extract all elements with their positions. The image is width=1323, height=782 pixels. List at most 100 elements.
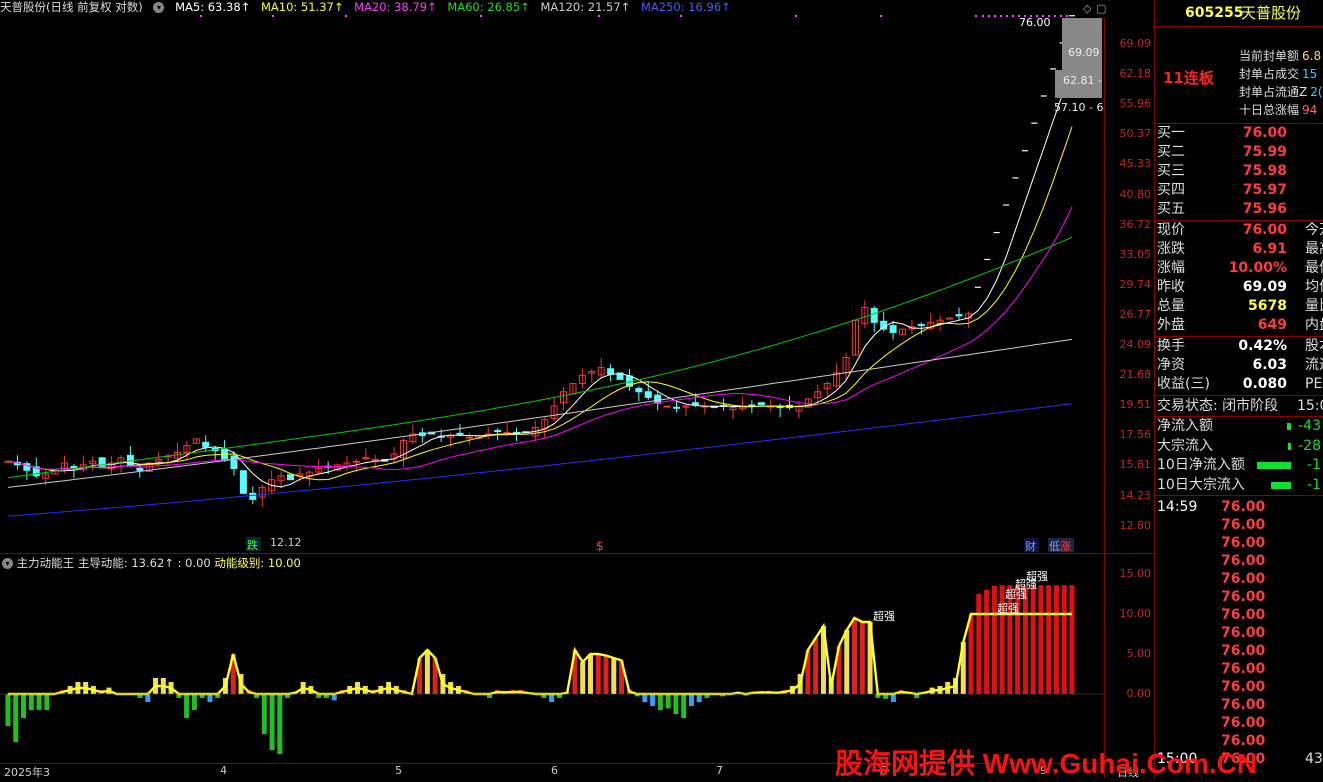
candle bbox=[456, 423, 464, 437]
seal-label: 封单占流通Z bbox=[1239, 85, 1308, 99]
candle bbox=[70, 464, 78, 479]
indicator-bar bbox=[1053, 585, 1059, 694]
limit-dot bbox=[880, 15, 882, 17]
candle bbox=[625, 368, 633, 392]
seal-value: 15 bbox=[1302, 67, 1318, 81]
indicator-bar bbox=[1030, 585, 1036, 694]
candle bbox=[268, 470, 276, 494]
indicator-bar bbox=[261, 694, 267, 734]
cai-marker: 财 bbox=[1025, 539, 1036, 553]
bid-value: 75.97 bbox=[1242, 182, 1287, 198]
indicator-bar bbox=[580, 662, 586, 694]
tick-price: 76.00 bbox=[1221, 571, 1266, 587]
limit-dot bbox=[680, 15, 682, 17]
flow-row: 净流入额 -43 bbox=[1155, 417, 1323, 436]
candle bbox=[720, 398, 728, 411]
flow-row: 大宗流入 -28 bbox=[1155, 437, 1323, 456]
seal-label: 封单占成交 bbox=[1239, 67, 1300, 81]
candle bbox=[607, 363, 615, 382]
bid-label: 买二 bbox=[1157, 144, 1185, 160]
tick-row: 76.00 bbox=[1155, 588, 1323, 606]
candle bbox=[192, 438, 200, 444]
seal-item: 封单占流通Z 2( bbox=[1239, 83, 1323, 100]
quote-row: 现价 76.00 今开 bbox=[1155, 221, 1323, 240]
candle bbox=[560, 387, 568, 410]
stat-row: 换手 0.42% 股本 bbox=[1155, 337, 1323, 356]
stats-list: 换手 0.42% 股本净资 6.03 流通收益(三) 0.080 PE(动 bbox=[1155, 337, 1323, 396]
indicator-bar bbox=[611, 658, 617, 694]
bid-row: 买五 75.96 bbox=[1155, 200, 1323, 219]
candle bbox=[211, 446, 219, 461]
quote-label: 外盘 bbox=[1157, 317, 1185, 333]
candle bbox=[390, 447, 398, 464]
bid-list: 买一 76.00 买二 75.99 买三 75.98 买四 75.97 买五 75.96 bbox=[1155, 124, 1323, 221]
tick-price: 76.00 bbox=[1221, 697, 1266, 713]
candle bbox=[964, 311, 972, 328]
limit-dot bbox=[975, 15, 977, 17]
candle bbox=[343, 455, 351, 471]
tick-list[interactable]: 14:59 76.00 76.00 76.00 76.00 76.00 76.00 76.00… bbox=[1155, 496, 1323, 778]
indicator-bar bbox=[1022, 585, 1028, 694]
candle bbox=[644, 382, 652, 400]
stock-code: 605255 bbox=[1185, 5, 1244, 21]
candle bbox=[484, 426, 492, 440]
candle bbox=[870, 306, 878, 333]
tick-price: 76.00 bbox=[1221, 517, 1266, 533]
tick-price: 76.00 bbox=[1221, 625, 1266, 641]
tick-row: 76.00 bbox=[1155, 552, 1323, 570]
limit-dot bbox=[598, 15, 600, 17]
status-label: 交易状态: 闭市阶段 bbox=[1157, 398, 1279, 414]
flow-bar bbox=[1288, 442, 1291, 450]
quote-label: 昨收 bbox=[1157, 279, 1185, 295]
tick-row: 76.00 bbox=[1155, 624, 1323, 642]
flow-value: -1 bbox=[1307, 476, 1321, 493]
indicator-bar bbox=[1046, 585, 1052, 694]
fall-marker: 跌 bbox=[247, 538, 258, 552]
chevron-down-icon[interactable]: ▾ bbox=[2, 558, 13, 569]
candle bbox=[286, 474, 294, 481]
limit-dot bbox=[480, 15, 482, 17]
indicator-bar bbox=[844, 630, 850, 694]
indicator-bar bbox=[688, 694, 694, 706]
candle bbox=[767, 399, 775, 412]
quote-ext-label: 量比 bbox=[1305, 298, 1323, 314]
quote-ext-label: 内盘 bbox=[1305, 317, 1323, 333]
indicator-bar bbox=[976, 594, 982, 694]
indicator-axis: 15.00 10.00 5.00 0.00 bbox=[1105, 555, 1155, 765]
price-label-62: 62.81 - bbox=[1063, 74, 1102, 87]
price-low-label: 12.12 bbox=[270, 536, 302, 549]
indicator-tick: 15.00 bbox=[1119, 567, 1152, 580]
tick-volume: 43 bbox=[1305, 751, 1323, 767]
indicator-bar bbox=[681, 694, 687, 718]
kline-chart[interactable]: 76.00 69.09 62.81 - 57.10 - 6 12.12 跌 $ … bbox=[0, 0, 1155, 778]
candle bbox=[239, 470, 247, 494]
price-tick: 14.23 bbox=[1119, 488, 1152, 502]
candle bbox=[588, 369, 596, 383]
price-tick: 19.51 bbox=[1119, 398, 1152, 412]
candle bbox=[221, 440, 229, 462]
seal-label: 十日总涨幅 bbox=[1239, 103, 1300, 117]
ma5-line bbox=[7, 66, 1073, 488]
limit-dot bbox=[988, 15, 990, 17]
candle bbox=[399, 438, 407, 468]
candle bbox=[155, 452, 163, 467]
price-tick: 21.68 bbox=[1119, 368, 1152, 382]
seal-info: 11连板 当前封单额 6.8 封单占成交 15 封单占流通Z 2(十日总涨幅 94 bbox=[1155, 27, 1323, 124]
tick-row: 76.00 bbox=[1155, 516, 1323, 534]
quote-row: 总量 5678 量比 bbox=[1155, 297, 1323, 316]
flow-value: -28 bbox=[1298, 437, 1321, 454]
super-strong-tag: 超强 bbox=[997, 601, 1019, 615]
stat-row: 收益(三) 0.080 PE(动 bbox=[1155, 375, 1323, 394]
indicator-tick: 10.00 bbox=[1119, 607, 1152, 620]
flow-bar bbox=[1287, 423, 1291, 430]
candle bbox=[418, 428, 426, 443]
tick-price: 76.00 bbox=[1221, 715, 1266, 731]
bid-label: 买四 bbox=[1157, 182, 1185, 198]
indicator-bar bbox=[13, 694, 19, 742]
date-tick: 4 bbox=[220, 764, 227, 777]
candle bbox=[682, 403, 690, 417]
candle bbox=[814, 384, 822, 403]
flow-label: 10日净流入额 bbox=[1157, 457, 1245, 473]
diamond-icon[interactable]: ◇ bbox=[1083, 2, 1092, 15]
flow-bar bbox=[1257, 462, 1291, 469]
